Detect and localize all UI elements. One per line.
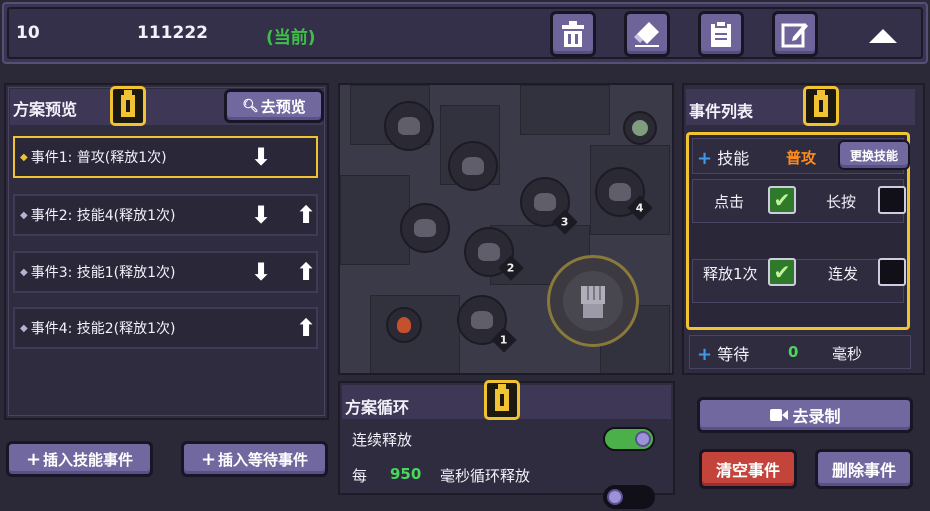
small-skill-slot[interactable] [623,111,657,145]
goto-preview-button[interactable]: 🔍︎ 去预览 [224,89,324,123]
goto-record-button[interactable]: 去录制 [697,397,913,433]
event-label: 事件3: 技能1(释放1次) [30,265,176,281]
change-skill-button[interactable]: 更换技能 [838,140,910,170]
video-camera-icon [770,409,789,421]
skill-slot[interactable] [400,203,450,253]
insert-wait-event-button[interactable]: + 插入等待事件 [181,441,328,477]
scheme-loop-title: 方案循环 [345,398,410,417]
release-once-label: 释放1次 [703,265,758,283]
potion-icon [397,317,411,333]
continuous-release-label: 连续释放 [352,431,413,449]
scheme-name: 111222 [137,23,208,43]
delete-scheme-button[interactable] [550,11,596,57]
event-row[interactable]: ◆ 事件3: 技能1(释放1次) ⬇ ⬆ [13,251,318,293]
move-down-icon[interactable]: ⬇ [251,143,271,171]
check-icon: ✔ [773,188,791,212]
event-list-title: 事件列表 [689,102,754,121]
event-row[interactable]: ◆ 事件4: 技能2(释放1次) ⬆ [13,307,318,349]
clipboard-marker-icon [803,86,839,126]
slot-number: 10 [16,23,40,43]
interval-suffix-label: 毫秒循环释放 [440,467,531,485]
top-bar: 10 111222 (当前) [2,2,928,64]
copy-scheme-button[interactable] [698,11,744,57]
fist-icon [581,286,605,318]
event-label: 事件2: 技能4(释放1次) [30,208,176,224]
move-up-icon[interactable]: ⬆ [296,258,316,286]
eraser-icon [634,22,659,47]
plus-icon: + [697,148,713,169]
diamond-icon: ◆ [20,209,28,221]
event-label: 事件1: 普攻(释放1次) [30,150,167,166]
event-row[interactable]: ◆ 事件1: 普攻(释放1次) ⬇ [13,136,318,178]
move-up-icon[interactable]: ⬆ [296,314,316,342]
wait-label-group: + 等待 [697,341,749,365]
plus-icon: + [200,448,217,470]
clear-events-button[interactable]: 清空事件 [699,449,797,489]
skill-slot-2[interactable]: 2 [464,227,524,281]
event-label: 事件4: 技能2(释放1次) [30,321,176,337]
plus-icon: + [697,344,713,365]
skill-row: + 技能 [697,148,750,169]
chevron-up-icon [869,29,897,43]
click-label: 点击 [714,193,745,211]
reset-scheme-button[interactable] [624,11,670,57]
attack-button[interactable] [547,255,639,347]
diamond-icon: ◆ [20,266,28,278]
release-once-checkbox[interactable]: ✔ [768,258,796,286]
combo-label: 连发 [828,265,859,283]
skill-value: 普攻 [786,149,817,167]
move-down-icon[interactable]: ⬇ [251,201,271,229]
potion-slot[interactable] [386,307,422,343]
every-label: 每 [352,467,368,485]
diamond-icon: ◆ [20,322,28,334]
share-scheme-button[interactable] [772,11,818,57]
long-press-checkbox[interactable] [878,186,906,214]
continuous-release-toggle[interactable] [603,427,655,451]
insert-skill-event-button[interactable]: + 插入技能事件 [6,441,153,477]
delete-event-button[interactable]: 删除事件 [815,449,913,489]
event-row[interactable]: ◆ 事件2: 技能4(释放1次) ⬇ ⬆ [13,194,318,236]
interval-value[interactable]: 950 [390,465,421,483]
wait-unit: 毫秒 [832,345,863,363]
click-checkbox[interactable]: ✔ [768,186,796,214]
scheme-preview-title: 方案预览 [13,100,78,119]
skill-slot-4[interactable]: 4 [595,167,653,221]
move-up-icon[interactable]: ⬆ [296,201,316,229]
skill-layout-map: 3 4 2 1 [338,83,674,375]
long-press-label: 长按 [826,193,857,211]
interval-loop-toggle[interactable] [603,485,655,509]
plus-icon: + [25,448,42,470]
move-down-icon[interactable]: ⬇ [251,258,271,286]
edit-share-icon [781,23,808,48]
check-icon: ✔ [773,260,791,284]
combo-checkbox[interactable] [878,258,906,286]
clipboard-icon [711,20,731,47]
skill-slot[interactable] [448,141,498,191]
skill-slot-3[interactable]: 3 [520,177,578,235]
clipboard-marker-icon [484,380,520,420]
diamond-icon: ◆ [20,151,28,163]
search-icon: 🔍︎ [242,98,259,114]
wait-label: 等待 [717,345,750,364]
trash-icon [562,21,584,47]
collapse-button[interactable] [868,28,898,48]
current-tag: (当前) [266,28,316,48]
skill-slot[interactable] [384,101,434,151]
clipboard-marker-icon [110,86,146,126]
skill-slot-1[interactable]: 1 [457,295,517,353]
wait-value[interactable]: 0 [788,343,798,361]
